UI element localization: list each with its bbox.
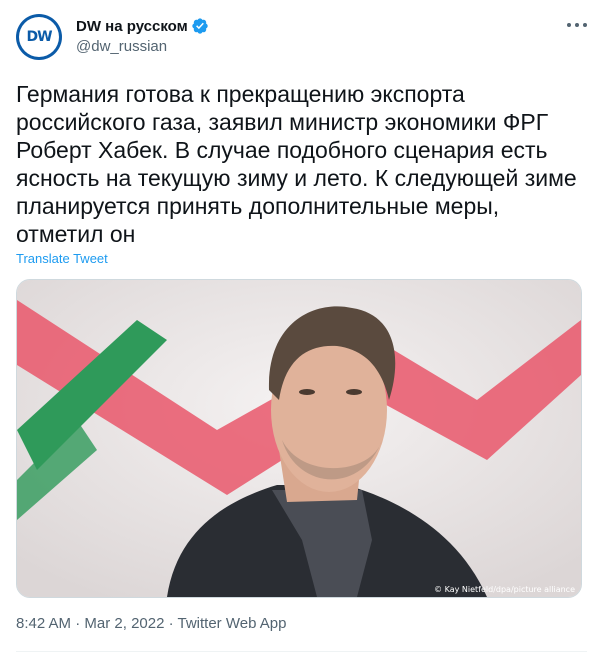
tweet-date[interactable]: Mar 2, 2022 — [84, 615, 164, 632]
tweet-card: DW DW на русском @dw_russian Германия го… — [0, 0, 603, 657]
tweet-source[interactable]: Twitter Web App — [178, 615, 287, 632]
tweet-time[interactable]: 8:42 AM — [16, 615, 71, 632]
meta-separator: · — [71, 615, 85, 632]
meta-separator: · — [164, 615, 178, 632]
tweet-photo[interactable]: © Kay Nietfeld/dpa/picture alliance — [16, 279, 582, 598]
image-credit: © Kay Nietfeld/dpa/picture alliance — [434, 585, 575, 594]
author-handle[interactable]: @dw_russian — [76, 38, 167, 55]
display-name[interactable]: DW на русском — [76, 18, 188, 35]
divider — [16, 651, 587, 652]
avatar-text: DW — [26, 29, 52, 45]
verified-badge-icon — [192, 18, 208, 34]
author-name-row: DW на русском — [76, 17, 209, 35]
avatar[interactable]: DW — [16, 14, 62, 60]
translate-tweet-link[interactable]: Translate Tweet — [16, 251, 108, 266]
tweet-meta: 8:42 AM · Mar 2, 2022 · Twitter Web App — [16, 615, 286, 632]
dw-logo: DW — [19, 17, 59, 57]
more-options-icon[interactable] — [567, 22, 587, 28]
tweet-text: Германия готова к прекращению экспорта р… — [16, 81, 577, 247]
photo-illustration — [17, 280, 581, 597]
